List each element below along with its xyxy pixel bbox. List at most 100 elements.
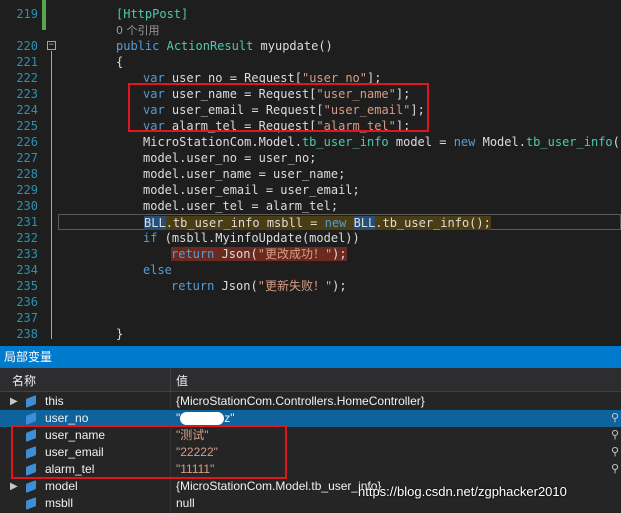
line-number: 232: [16, 231, 38, 245]
variable-name: msbll: [45, 496, 74, 510]
code-line-233[interactable]: return Json("更改成功！");: [58, 246, 621, 262]
code-text: );: [332, 279, 347, 293]
code-text: Json(: [214, 279, 258, 293]
line-number: 233: [16, 247, 38, 261]
column-separator[interactable]: [170, 368, 171, 392]
selected-text: BLL: [353, 216, 376, 230]
variable-value: null: [176, 496, 195, 510]
code-text: model =: [388, 135, 454, 149]
expand-arrow-icon[interactable]: ▶: [10, 393, 18, 410]
locals-header: 名称 值: [0, 368, 621, 392]
line-number: 237: [16, 311, 38, 325]
line-number: 236: [16, 295, 38, 309]
keyword: if: [143, 231, 158, 245]
code-text: Model.: [475, 135, 526, 149]
code-text: (msbll.MyinfoUpdate(model)): [157, 231, 360, 245]
code-text: ();: [612, 135, 621, 149]
line-number: 230: [16, 199, 38, 213]
magnifier-icon[interactable]: ⚲: [611, 427, 619, 444]
keyword: else: [143, 263, 172, 277]
line-number: 231: [16, 215, 38, 229]
type-name: tb_user_info: [301, 135, 389, 149]
magnifier-icon[interactable]: ⚲: [611, 444, 619, 461]
line-number: 238: [16, 327, 38, 341]
line-number: 229: [16, 183, 38, 197]
change-marker: [42, 0, 46, 30]
code-text: .tb_user_info();: [375, 216, 491, 230]
line-number: 235: [16, 279, 38, 293]
column-header-name[interactable]: 名称: [12, 372, 36, 389]
redacted-mask: [180, 412, 225, 426]
line-number: 224: [16, 103, 38, 117]
variable-value: {MicroStationCom.Controllers.HomeControl…: [176, 394, 425, 408]
variable-icon: [26, 412, 36, 425]
line-number: 219: [16, 7, 38, 21]
locals-row[interactable]: ▶ this {MicroStationCom.Controllers.Home…: [0, 393, 621, 410]
line-number: 223: [16, 87, 38, 101]
variable-icon: [26, 497, 36, 510]
line-number: 221: [16, 55, 38, 69]
code-text: }: [116, 327, 124, 341]
code-line-221[interactable]: {: [58, 54, 621, 70]
locals-panel-title[interactable]: 局部变量: [0, 346, 621, 368]
code-line-232[interactable]: if (msbll.MyinfoUpdate(model)): [58, 230, 621, 246]
magnifier-icon[interactable]: ⚲: [611, 461, 619, 478]
keyword: new: [324, 216, 347, 230]
variable-icon: [26, 395, 36, 408]
value-text: z": [224, 411, 235, 425]
code-line-230[interactable]: model.user_tel = alarm_tel;: [58, 198, 621, 214]
code-line-229[interactable]: model.user_email = user_email;: [58, 182, 621, 198]
keyword: new: [453, 135, 476, 149]
code-line-219[interactable]: [HttpPost]: [58, 6, 621, 22]
type-name: ActionResult: [166, 39, 254, 53]
string-literal: "更新失败！": [257, 279, 333, 293]
variable-name: this: [45, 394, 64, 408]
keyword: public: [116, 39, 160, 53]
type-name: tb_user_info: [525, 135, 613, 149]
variable-icon: [26, 480, 36, 493]
code-text: myupdate(): [253, 39, 333, 53]
code-text: MicroStationCom.Model.: [143, 135, 302, 149]
magnifier-icon[interactable]: ⚲: [611, 410, 619, 427]
code-line-226[interactable]: MicroStationCom.Model.tb_user_info model…: [58, 134, 621, 150]
highlight-box-code: [128, 83, 429, 132]
line-number: 228: [16, 167, 38, 181]
code-text: model.user_no = user_no;: [143, 151, 317, 165]
line-number: 225: [16, 119, 38, 133]
line-number: 227: [16, 151, 38, 165]
code-editor[interactable]: 219 220 221 222 223 224 225 226 227 228 …: [0, 0, 621, 346]
column-header-value[interactable]: 值: [176, 372, 188, 389]
fold-guide: [51, 51, 52, 339]
code-text: model.user_email = user_email;: [143, 183, 360, 197]
code-line-234[interactable]: else: [58, 262, 621, 278]
code-line-235[interactable]: return Json("更新失败！");: [58, 278, 621, 294]
code-text: model.user_tel = alarm_tel;: [143, 199, 339, 213]
line-number: 234: [16, 263, 38, 277]
code-line-231[interactable]: BLL.tb_user_info msbll = new BLL.tb_user…: [58, 214, 621, 230]
keyword: return: [171, 247, 215, 261]
attribute-text: [HttpPost]: [116, 7, 189, 21]
code-text: .tb_user_info msbll =: [165, 216, 325, 230]
highlight-box-locals: [11, 425, 287, 479]
code-text: {: [116, 55, 124, 69]
codelens-references[interactable]: 0 个引用: [58, 22, 621, 39]
code-line-227[interactable]: model.user_no = user_no;: [58, 150, 621, 166]
line-number: 220: [16, 39, 38, 53]
code-text: model.user_name = user_name;: [143, 167, 346, 181]
expand-arrow-icon[interactable]: ▶: [10, 478, 18, 495]
keyword: return: [171, 279, 215, 293]
variable-value: {MicroStationCom.Model.tb_user_info}: [176, 479, 382, 493]
line-number: 222: [16, 71, 38, 85]
collapse-toggle-icon[interactable]: −: [47, 41, 56, 50]
code-text: Json(: [214, 247, 258, 261]
references-text: 0 个引用: [116, 24, 160, 37]
string-literal: "更改成功！": [257, 247, 333, 261]
variable-name: model: [45, 479, 78, 493]
watermark: https://blog.csdn.net/zgphacker2010: [358, 484, 567, 499]
code-line-228[interactable]: model.user_name = user_name;: [58, 166, 621, 182]
code-line-238[interactable]: }: [58, 326, 621, 342]
code-line-220[interactable]: public ActionResult myupdate(): [58, 38, 621, 54]
selected-text: BLL: [144, 216, 166, 230]
code-text: );: [332, 247, 347, 261]
